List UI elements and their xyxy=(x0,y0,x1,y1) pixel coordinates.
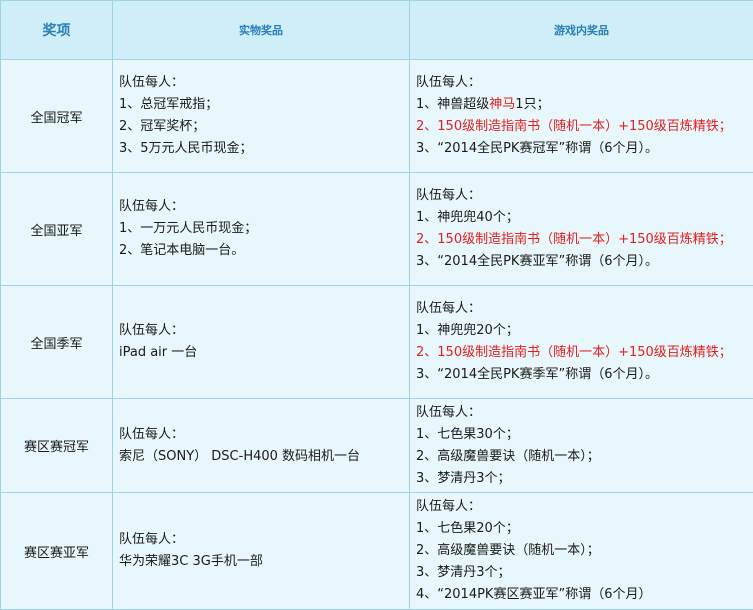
physical-line: 队伍每人： xyxy=(119,424,405,446)
ingame-line: 2、高级魔兽要诀（随机一本）； xyxy=(416,540,751,562)
table-row: 赛区赛亚军 队伍每人： 华为荣耀3C 3G手机一部 队伍每人： 1、七色果20个… xyxy=(1,493,753,610)
physical-line: 队伍每人： xyxy=(119,320,405,342)
physical-prize-cell: 队伍每人： 华为荣耀3C 3G手机一部 xyxy=(113,493,410,610)
ingame-prize-cell: 队伍每人： 1、七色果30个； 2、高级魔兽要诀（随机一本）； 3、梦清丹3个； xyxy=(410,399,753,493)
physical-line: iPad air 一台 xyxy=(119,342,405,364)
ingame-line: 3、“2014全民PK赛季军”称谓（6个月）。 xyxy=(416,364,751,386)
ingame-prize-cell: 队伍每人： 1、神兜兜20个； 2、150级制造指南书（随机一本）+150级百炼… xyxy=(410,286,753,399)
ingame-line: 3、梦清丹3个； xyxy=(416,562,751,584)
award-name: 全国亚军 xyxy=(1,173,113,286)
header-ingame-prize: 游戏内奖品 xyxy=(410,1,753,60)
ingame-line: 1、神兜兜20个； xyxy=(416,320,751,342)
award-name: 赛区赛亚军 xyxy=(1,493,113,610)
ingame-prize-cell: 队伍每人： 1、神兽超级神马1只； 2、150级制造指南书（随机一本）+150级… xyxy=(410,60,753,173)
table-row: 赛区赛冠军 队伍每人： 索尼（SONY） DSC-H400 数码相机一台 队伍每… xyxy=(1,399,753,493)
physical-line: 2、冠军奖杯； xyxy=(119,116,405,138)
physical-line: 1、一万元人民币现金； xyxy=(119,218,405,240)
physical-prize-cell: 队伍每人： 索尼（SONY） DSC-H400 数码相机一台 xyxy=(113,399,410,493)
table-row: 全国季军 队伍每人： iPad air 一台 队伍每人： 1、神兜兜20个； 2… xyxy=(1,286,753,399)
physical-line: 华为荣耀3C 3G手机一部 xyxy=(119,551,405,573)
physical-line: 队伍每人： xyxy=(119,196,405,218)
ingame-line-highlight: 2、150级制造指南书（随机一本）+150级百炼精铁； xyxy=(416,229,751,251)
ingame-text: 1只； xyxy=(515,97,549,112)
header-award: 奖项 xyxy=(1,1,113,60)
ingame-line: 3、“2014全民PK赛亚军”称谓（6个月）。 xyxy=(416,251,751,273)
ingame-line: 4、“2014PK赛区赛亚军”称谓（6个月） xyxy=(416,584,751,606)
physical-prize-cell: 队伍每人： 1、一万元人民币现金； 2、笔记本电脑一台。 xyxy=(113,173,410,286)
award-name: 全国季军 xyxy=(1,286,113,399)
physical-line: 索尼（SONY） DSC-H400 数码相机一台 xyxy=(119,446,405,468)
physical-line: 队伍每人： xyxy=(119,529,405,551)
ingame-prize-cell: 队伍每人： 1、七色果20个； 2、高级魔兽要诀（随机一本）； 3、梦清丹3个；… xyxy=(410,493,753,610)
physical-prize-cell: 队伍每人： 1、总冠军戒指； 2、冠军奖杯； 3、5万元人民币现金； xyxy=(113,60,410,173)
physical-line: 3、5万元人民币现金； xyxy=(119,138,405,160)
ingame-line: 3、“2014全民PK赛冠军”称谓（6个月）。 xyxy=(416,138,751,160)
highlight-text: 神马 xyxy=(489,97,515,112)
ingame-line: 队伍每人： xyxy=(416,496,751,518)
ingame-line: 队伍每人： xyxy=(416,402,751,424)
header-physical-prize: 实物奖品 xyxy=(113,1,410,60)
award-name: 赛区赛冠军 xyxy=(1,399,113,493)
award-name: 全国冠军 xyxy=(1,60,113,173)
ingame-line-highlight: 2、150级制造指南书（随机一本）+150级百炼精铁； xyxy=(416,116,751,138)
header-row: 奖项 实物奖品 游戏内奖品 xyxy=(1,1,753,60)
physical-line: 1、总冠军戒指； xyxy=(119,94,405,116)
physical-prize-cell: 队伍每人： iPad air 一台 xyxy=(113,286,410,399)
ingame-text: 1、神兽超级 xyxy=(416,97,489,112)
table-row: 全国亚军 队伍每人： 1、一万元人民币现金； 2、笔记本电脑一台。 队伍每人： … xyxy=(1,173,753,286)
ingame-line: 1、神兜兜40个； xyxy=(416,207,751,229)
ingame-line: 3、梦清丹3个； xyxy=(416,468,751,490)
ingame-line: 队伍每人： xyxy=(416,72,751,94)
ingame-line: 1、七色果30个； xyxy=(416,424,751,446)
ingame-prize-cell: 队伍每人： 1、神兜兜40个； 2、150级制造指南书（随机一本）+150级百炼… xyxy=(410,173,753,286)
rewards-table: 奖项 实物奖品 游戏内奖品 全国冠军 队伍每人： 1、总冠军戒指； 2、冠军奖杯… xyxy=(0,0,753,610)
ingame-line: 队伍每人： xyxy=(416,185,751,207)
ingame-line: 1、神兽超级神马1只； xyxy=(416,94,751,116)
physical-line: 队伍每人： xyxy=(119,72,405,94)
ingame-line: 2、高级魔兽要诀（随机一本）； xyxy=(416,446,751,468)
ingame-line-highlight: 2、150级制造指南书（随机一本）+150级百炼精铁； xyxy=(416,342,751,364)
physical-line: 2、笔记本电脑一台。 xyxy=(119,240,405,262)
ingame-line: 1、七色果20个； xyxy=(416,518,751,540)
ingame-line: 队伍每人： xyxy=(416,298,751,320)
table-row: 全国冠军 队伍每人： 1、总冠军戒指； 2、冠军奖杯； 3、5万元人民币现金； … xyxy=(1,60,753,173)
